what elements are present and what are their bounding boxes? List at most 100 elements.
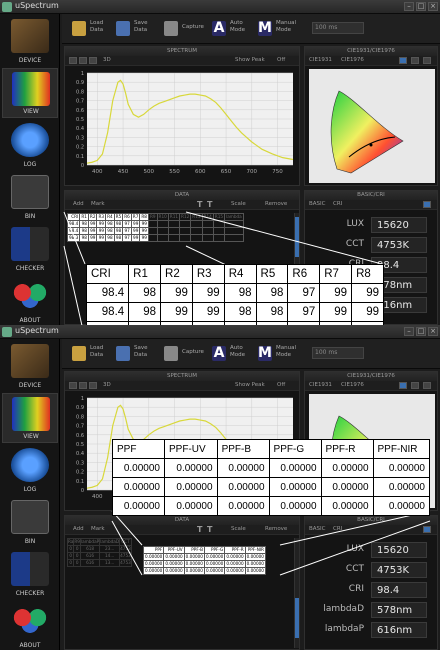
zoom-in-icon[interactable] — [69, 57, 77, 64]
save-data-button[interactable]: Save Data — [116, 18, 166, 40]
integration-time-input[interactable]: 100 ms — [312, 22, 364, 34]
checker-icon — [11, 227, 49, 261]
sidebar-item-about[interactable]: ABOUT — [2, 276, 58, 325]
capture-button[interactable]: Capture — [164, 18, 214, 40]
mark-button[interactable]: Mark — [91, 201, 105, 207]
sidebar-item-device[interactable]: DEVICE — [2, 16, 58, 66]
show-peak-toggle[interactable]: Off — [277, 57, 285, 63]
table-row[interactable]: 0.00000 0.00000 0.00000 0.00000 0.00000 0.000… — [112, 458, 431, 478]
auto-mode-button[interactable]: A Auto Mode — [212, 343, 262, 365]
load-data-button[interactable]: Load Data — [72, 18, 122, 40]
table-cell: 4753 — [119, 545, 132, 553]
basic-settings-icon[interactable] — [423, 201, 431, 208]
table-row[interactable]: 98.4 98 99 99 98 98 97 99 99 — [85, 302, 384, 322]
manual-mode-icon: M — [258, 345, 272, 361]
y-tick-label: 0.3 — [76, 460, 84, 466]
tab-cri[interactable]: CRI — [333, 201, 342, 207]
minimize-button[interactable]: – — [404, 2, 414, 11]
remove-dropdown[interactable]: Remove — [265, 526, 287, 532]
data-scroll-thumb[interactable] — [295, 598, 299, 638]
cie-zoom-icon[interactable] — [399, 382, 407, 389]
sidebar-item-bin[interactable]: BIN — [2, 172, 58, 222]
sidebar-item-view[interactable]: VIEW — [2, 68, 58, 118]
sidebar-item-checker[interactable]: CHECKER — [2, 549, 58, 599]
table-row[interactable]: 0.00000 0.00000 0.00000 0.00000 0.00000 0.000… — [142, 553, 266, 561]
integration-time-input[interactable]: 100 ms — [312, 347, 364, 359]
close-button[interactable]: × — [428, 327, 438, 336]
table-cell — [156, 220, 169, 228]
sidebar-item-view[interactable]: VIEW — [2, 393, 58, 443]
sidebar-item-label: DEVICE — [18, 57, 42, 64]
manual-mode-button[interactable]: M Manual Mode — [258, 343, 308, 365]
cie-pan-icon[interactable] — [411, 382, 419, 389]
zoom-value[interactable]: 3D — [103, 382, 111, 388]
table-row[interactable]: 0 0 616 13... 4753 — [66, 559, 132, 567]
table-row[interactable]: 98.4 98 99 99 98 98 97 99 99 — [66, 227, 244, 235]
tab-cri[interactable]: CRI — [333, 526, 342, 532]
show-peak-toggle[interactable]: Off — [277, 382, 285, 388]
cie-zoom-icon[interactable] — [399, 57, 407, 64]
cie-reset-icon[interactable] — [423, 57, 431, 64]
table-row[interactable]: 98.4 98 99 99 98 98 97 99 99 — [66, 220, 244, 228]
cie1931-radio[interactable]: CIE1931 — [309, 382, 332, 388]
sidebar-item-about[interactable]: ABOUT — [2, 601, 58, 650]
table-cell: 99 — [351, 302, 384, 322]
sidebar-item-checker[interactable]: CHECKER — [2, 224, 58, 274]
spectrum-toolbar: 3D Show Peak Off — [65, 56, 299, 66]
table-row[interactable]: 0.00000 0.00000 0.00000 0.00000 0.00000 0.000… — [112, 477, 431, 497]
add-button[interactable]: Add — [73, 201, 84, 207]
column-header: R6 — [287, 264, 321, 284]
reset-icon[interactable] — [89, 57, 97, 64]
table-cell: 99 — [139, 234, 149, 242]
cie1976-radio[interactable]: CIE1976 — [341, 57, 364, 63]
zoom-out-icon[interactable] — [79, 57, 87, 64]
cie-reset-icon[interactable] — [423, 382, 431, 389]
reset-icon[interactable] — [89, 382, 97, 389]
text-size-icon[interactable]: T — [197, 200, 202, 209]
cie-pan-icon[interactable] — [411, 57, 419, 64]
minimize-button[interactable]: – — [404, 327, 414, 336]
sidebar-item-log[interactable]: LOG — [2, 120, 58, 170]
tab-basic[interactable]: BASIC — [309, 526, 326, 532]
table-row[interactable]: 0.00000 0.00000 0.00000 0.00000 0.00000 0.000… — [142, 560, 266, 568]
sidebar-item-log[interactable]: LOG — [2, 445, 58, 495]
save-data-button[interactable]: Save Data — [116, 343, 166, 365]
scale-dropdown[interactable]: Scale — [231, 526, 246, 532]
remove-dropdown[interactable]: Remove — [265, 201, 287, 207]
data-scroll-thumb[interactable] — [295, 217, 299, 257]
sidebar-item-bin[interactable]: BIN — [2, 497, 58, 547]
table-cell: 97 — [287, 283, 321, 303]
add-button[interactable]: Add — [73, 526, 84, 532]
table-cell: 99 — [130, 234, 141, 242]
table-row[interactable]: 0 0 618 23... 4753 — [66, 545, 132, 553]
load-data-button[interactable]: Load Data — [72, 343, 122, 365]
auto-mode-button[interactable]: A Auto Mode — [212, 18, 262, 40]
sidebar-item-label: LOG — [23, 486, 37, 493]
maximize-button[interactable]: □ — [416, 327, 426, 336]
zoom-in-icon[interactable] — [69, 382, 77, 389]
capture-button[interactable]: Capture — [164, 343, 214, 365]
zoom-out-icon[interactable] — [79, 382, 87, 389]
mark-button[interactable]: Mark — [91, 526, 105, 532]
sidebar-item-device[interactable]: DEVICE — [2, 341, 58, 391]
table-row[interactable]: 0.00000 0.00000 0.00000 0.00000 0.00000 0.000… — [142, 567, 266, 575]
zoom-value[interactable]: 3D — [103, 57, 111, 63]
maximize-button[interactable]: □ — [416, 2, 426, 11]
tab-basic[interactable]: BASIC — [309, 201, 326, 207]
cie1976-radio[interactable]: CIE1976 — [341, 382, 364, 388]
data-scrollbar[interactable] — [294, 538, 299, 648]
text-size-small-icon[interactable]: T — [207, 525, 212, 534]
metric-value: 4753K — [371, 562, 427, 578]
text-size-small-icon[interactable]: T — [207, 200, 212, 209]
basic-settings-icon[interactable] — [423, 526, 431, 533]
manual-mode-button[interactable]: M Manual Mode — [258, 18, 308, 40]
table-row[interactable]: 98.39899999898979999 — [66, 234, 244, 242]
table-cell: 98 — [79, 227, 89, 235]
table-row[interactable]: 0.00000 0.00000 0.00000 0.00000 0.00000 0.000… — [112, 496, 431, 516]
close-button[interactable]: × — [428, 2, 438, 11]
scale-dropdown[interactable]: Scale — [231, 201, 246, 207]
table-row[interactable]: 98.4 98 99 99 98 98 97 99 99 — [85, 283, 384, 303]
text-size-icon[interactable]: T — [197, 525, 202, 534]
table-row[interactable]: 0 0 616 14... 4753 — [66, 552, 132, 560]
cie1931-radio[interactable]: CIE1931 — [309, 57, 332, 63]
